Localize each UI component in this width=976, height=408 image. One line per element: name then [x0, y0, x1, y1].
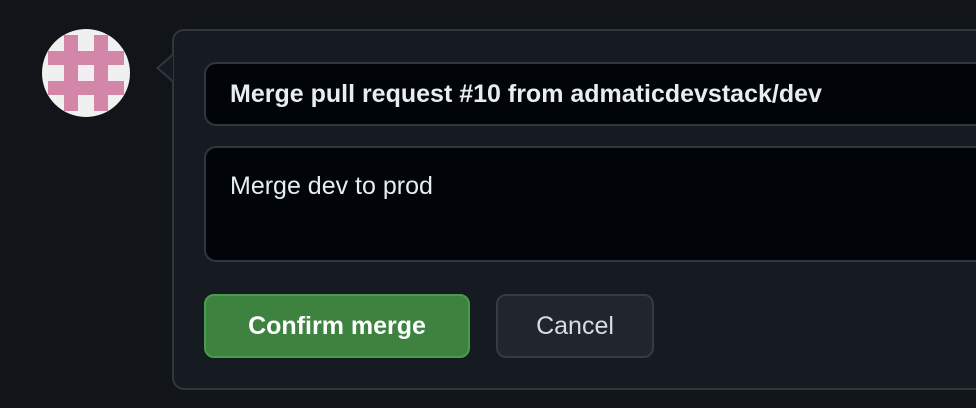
cancel-button[interactable]: Cancel	[496, 294, 654, 358]
avatar[interactable]	[42, 29, 130, 117]
commit-title-input[interactable]: Merge pull request #10 from admaticdevst…	[204, 62, 976, 126]
identicon-avatar-icon	[48, 35, 124, 111]
commit-body-textarea[interactable]: Merge dev to prod	[204, 146, 976, 262]
confirm-merge-button[interactable]: Confirm merge	[204, 294, 470, 358]
comment-caret-inner	[159, 56, 173, 80]
